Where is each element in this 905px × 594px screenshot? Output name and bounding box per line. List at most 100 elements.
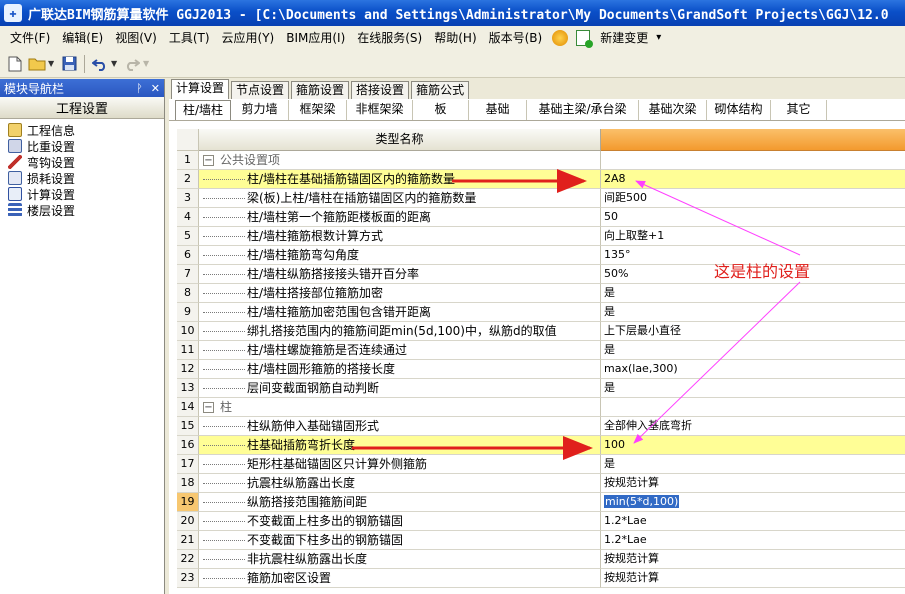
subtab-column[interactable]: 柱/墙柱 <box>175 99 231 120</box>
subtab-foundation-secondary-beam[interactable]: 基础次梁 <box>639 99 707 120</box>
subtab-slab[interactable]: 板 <box>413 99 469 120</box>
row-number[interactable]: 14 <box>177 398 199 417</box>
undo-icon[interactable] <box>89 53 111 75</box>
subtab-masonry[interactable]: 砌体结构 <box>707 99 771 120</box>
row-number[interactable]: 20 <box>177 512 199 531</box>
row-number[interactable]: 13 <box>177 379 199 398</box>
tab-stirrup-settings[interactable]: 箍筋设置 <box>291 81 350 99</box>
redo-icon[interactable] <box>121 53 143 75</box>
setting-value-cell[interactable]: max(lae,300) <box>601 360 905 379</box>
open-dropdown-icon[interactable]: ▼ <box>48 59 58 68</box>
setting-value-cell[interactable]: 2A8 <box>601 170 905 189</box>
subtab-foundation-main-beam[interactable]: 基础主梁/承台梁 <box>527 99 639 120</box>
setting-value-cell[interactable]: 是 <box>601 303 905 322</box>
row-number[interactable]: 17 <box>177 455 199 474</box>
setting-value-cell[interactable]: 向上取整+1 <box>601 227 905 246</box>
setting-value-cell[interactable] <box>601 398 905 417</box>
table-row[interactable]: 8 柱/墙柱搭接部位箍筋加密 是 <box>177 284 905 303</box>
table-row[interactable]: 10 绑扎搭接范围内的箍筋间距min(5d,100)中，纵筋d的取值 上下层最小直径 <box>177 322 905 341</box>
table-row[interactable]: 9 柱/墙柱箍筋加密范围包含错开距离 是 <box>177 303 905 322</box>
row-number[interactable]: 8 <box>177 284 199 303</box>
open-folder-icon[interactable] <box>26 53 48 75</box>
save-icon[interactable] <box>58 53 80 75</box>
setting-value-cell[interactable]: 按规范计算 <box>601 474 905 493</box>
new-change-button[interactable]: 新建变更 <box>594 27 654 49</box>
pin-icon[interactable]: ᚹ <box>136 82 143 95</box>
table-row[interactable]: 3 梁(板)上柱/墙柱在插筋锚固区内的箍筋数量 间距500 <box>177 189 905 208</box>
row-number[interactable]: 10 <box>177 322 199 341</box>
nav-item-project-info[interactable]: 工程信息 <box>0 122 164 138</box>
row-number[interactable]: 21 <box>177 531 199 550</box>
new-change-dropdown-icon[interactable]: ▾ <box>654 27 663 49</box>
table-row[interactable]: 21 不变截面下柱多出的钢筋锚固 1.2*Lae <box>177 531 905 550</box>
row-number[interactable]: 1 <box>177 151 199 170</box>
setting-value-cell[interactable]: 是 <box>601 455 905 474</box>
collapse-icon[interactable]: − <box>203 154 214 166</box>
tab-node-settings[interactable]: 节点设置 <box>231 81 290 99</box>
tab-calc-settings[interactable]: 计算设置 <box>171 79 230 99</box>
subtab-other[interactable]: 其它 <box>771 99 827 120</box>
menu-help[interactable]: 帮助(H) <box>428 27 482 49</box>
setting-value-cell[interactable]: 1.2*Lae <box>601 531 905 550</box>
table-row[interactable]: 11 柱/墙柱螺旋箍筋是否连续通过 是 <box>177 341 905 360</box>
row-number[interactable]: 11 <box>177 341 199 360</box>
menu-cloud[interactable]: 云应用(Y) <box>216 27 281 49</box>
setting-value-cell[interactable]: 是 <box>601 341 905 360</box>
subtab-frame-beam[interactable]: 框架梁 <box>289 99 347 120</box>
table-row[interactable]: 19 纵筋搭接范围箍筋间距 min(5*d,100) <box>177 493 905 512</box>
setting-value-cell[interactable]: 按规范计算 <box>601 569 905 588</box>
menu-bim[interactable]: BIM应用(I) <box>280 27 351 49</box>
table-row[interactable]: 5 柱/墙柱箍筋根数计算方式 向上取整+1 <box>177 227 905 246</box>
table-row[interactable]: 1− 公共设置项 <box>177 151 905 170</box>
row-number[interactable]: 18 <box>177 474 199 493</box>
subtab-shear-wall[interactable]: 剪力墙 <box>231 99 289 120</box>
subtab-foundation[interactable]: 基础 <box>469 99 527 120</box>
row-number[interactable]: 2 <box>177 170 199 189</box>
table-row[interactable]: 16 柱基础插筋弯折长度 100 <box>177 436 905 455</box>
new-change-icon[interactable] <box>576 30 594 48</box>
table-row[interactable]: 13 层间变截面钢筋自动判断 是 <box>177 379 905 398</box>
menu-version[interactable]: 版本号(B) <box>483 27 549 49</box>
row-number[interactable]: 5 <box>177 227 199 246</box>
row-number[interactable]: 3 <box>177 189 199 208</box>
setting-value-cell[interactable]: 间距500 <box>601 189 905 208</box>
row-number[interactable]: 4 <box>177 208 199 227</box>
row-number[interactable]: 15 <box>177 417 199 436</box>
nav-item-hook[interactable]: 弯钩设置 <box>0 154 164 170</box>
setting-value-cell[interactable]: 100 <box>601 436 905 455</box>
nav-item-calc[interactable]: 计算设置 <box>0 186 164 202</box>
tab-stirrup-formula[interactable]: 箍筋公式 <box>411 81 470 99</box>
row-number[interactable]: 16 <box>177 436 199 455</box>
setting-value-cell[interactable]: 是 <box>601 284 905 303</box>
table-row[interactable]: 23 箍筋加密区设置 按规范计算 <box>177 569 905 588</box>
nav-item-density[interactable]: 比重设置 <box>0 138 164 154</box>
setting-value-cell[interactable]: 50 <box>601 208 905 227</box>
setting-value-cell[interactable]: 是 <box>601 379 905 398</box>
subtab-non-frame-beam[interactable]: 非框架梁 <box>347 99 413 120</box>
tab-lap-settings[interactable]: 搭接设置 <box>351 81 410 99</box>
setting-value-cell[interactable]: 按规范计算 <box>601 550 905 569</box>
table-row[interactable]: 15 柱纵筋伸入基础锚固形式 全部伸入基底弯折 <box>177 417 905 436</box>
row-number[interactable]: 12 <box>177 360 199 379</box>
table-row[interactable]: 12 柱/墙柱圆形箍筋的搭接长度 max(lae,300) <box>177 360 905 379</box>
table-row[interactable]: 17 矩形柱基础锚固区只计算外侧箍筋 是 <box>177 455 905 474</box>
nav-section-header[interactable]: 工程设置 <box>0 97 164 119</box>
table-row[interactable]: 4 柱/墙柱第一个箍筋距楼板面的距离 50 <box>177 208 905 227</box>
setting-value-cell[interactable]: min(5*d,100) <box>601 493 905 512</box>
table-row[interactable]: 22 非抗震柱纵筋露出长度 按规范计算 <box>177 550 905 569</box>
collapse-icon[interactable]: − <box>203 401 214 413</box>
setting-value-cell[interactable]: 全部伸入基底弯折 <box>601 417 905 436</box>
menu-online[interactable]: 在线服务(S) <box>351 27 428 49</box>
table-row[interactable]: 14− 柱 <box>177 398 905 417</box>
row-number[interactable]: 19 <box>177 493 199 512</box>
menu-file[interactable]: 文件(F) <box>4 27 56 49</box>
table-row[interactable]: 2 柱/墙柱在基础插筋锚固区内的箍筋数量 2A8 <box>177 170 905 189</box>
table-row[interactable]: 18 抗震柱纵筋露出长度 按规范计算 <box>177 474 905 493</box>
row-number[interactable]: 6 <box>177 246 199 265</box>
row-number[interactable]: 7 <box>177 265 199 284</box>
nav-item-loss[interactable]: 损耗设置 <box>0 170 164 186</box>
nav-item-floor[interactable]: 楼层设置 <box>0 202 164 218</box>
engineer-hat-icon[interactable] <box>552 30 569 46</box>
setting-value-cell[interactable] <box>601 151 905 170</box>
row-number[interactable]: 9 <box>177 303 199 322</box>
